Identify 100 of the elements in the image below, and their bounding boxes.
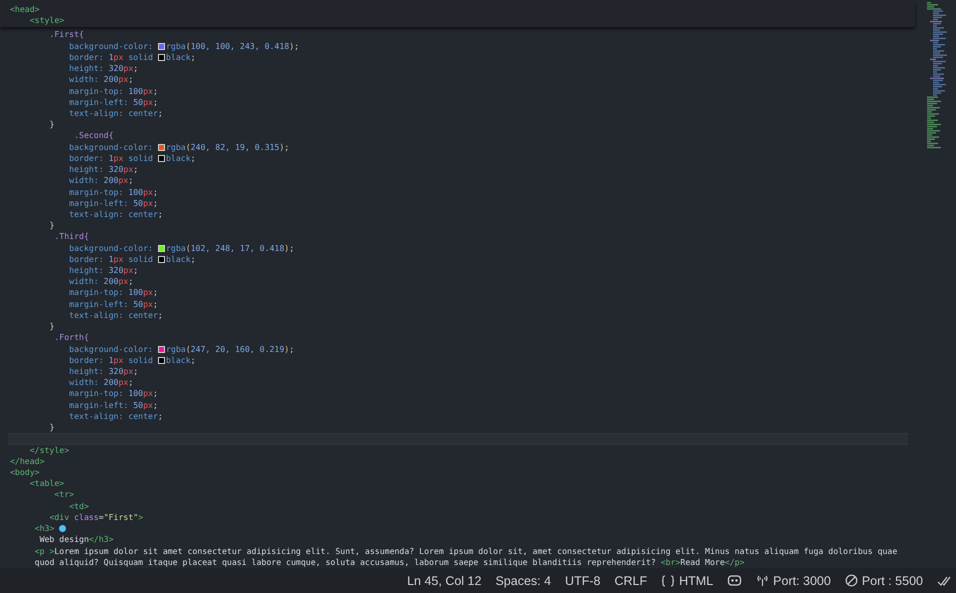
css-property: width:	[69, 175, 99, 186]
css-property: margin-top:	[69, 287, 124, 299]
css-value: rgba	[166, 344, 186, 355]
number: 200	[104, 276, 118, 288]
color-swatch[interactable]	[158, 346, 165, 353]
number: 200	[104, 175, 118, 186]
status-item[interactable]: Spaces: 4	[495, 574, 552, 588]
color-swatch[interactable]	[158, 144, 165, 151]
number: 100	[128, 287, 144, 299]
number: 1	[108, 254, 114, 266]
unit: px	[118, 377, 128, 388]
text-content: quod aliquid? Quisquam itaque placeat quasi labore cumque, soluta accusamus, laborum saepe similique blanditiis reprehenderit?	[34, 556, 657, 568]
css-value: black	[166, 354, 191, 366]
number: 240, 82, 19, 0.315	[190, 142, 280, 153]
css-property: text-align:	[69, 208, 124, 220]
punctuation: ;	[152, 287, 158, 299]
color-swatch[interactable]	[158, 42, 165, 50]
number: 100, 100, 243, 0.418	[190, 40, 290, 52]
status-item[interactable]: Ln 45, Col 12	[407, 574, 482, 588]
css-value: black	[166, 52, 191, 64]
punctuation: ;	[190, 152, 196, 164]
html-tag: <style>	[30, 15, 64, 26]
unit: px	[143, 400, 153, 411]
css-property: margin-left:	[69, 96, 128, 108]
number: 247, 20, 160, 0.219	[190, 344, 284, 355]
string-value: "First"	[104, 512, 138, 524]
port-status[interactable]: Port: 3000	[756, 574, 831, 588]
unit: px	[118, 74, 128, 86]
punctuation: ;	[152, 400, 158, 411]
css-property: background-color:	[69, 40, 153, 52]
html-tag: <p >	[34, 546, 54, 557]
unit: px	[123, 63, 134, 74]
punctuation: ;	[158, 410, 163, 422]
number: 1	[108, 152, 114, 164]
css-property: width:	[69, 276, 99, 288]
css-property: height:	[69, 164, 104, 176]
language-mode[interactable]: HTML	[661, 574, 714, 588]
css-property: border:	[69, 152, 104, 164]
unit: px	[123, 366, 134, 378]
css-value: solid	[128, 152, 153, 164]
punctuation: ;	[128, 175, 134, 186]
css-property: text-align:	[69, 310, 124, 322]
unit: px	[143, 287, 153, 299]
color-swatch[interactable]	[158, 54, 165, 61]
number: 50	[133, 198, 144, 209]
status-item[interactable]: CRLF	[614, 574, 648, 588]
punctuation: ;	[190, 254, 196, 266]
unit: px	[123, 164, 134, 176]
css-value: center	[128, 410, 158, 422]
css-value: black	[166, 254, 191, 266]
number: 102, 248, 17, 0.418	[190, 242, 284, 254]
css-value: rgba	[166, 242, 186, 254]
braces-icon	[661, 574, 676, 586]
dot-icon	[59, 525, 66, 532]
html-tag: </h3>	[88, 534, 114, 546]
prohibited-icon	[844, 574, 858, 587]
parenthesis: )	[279, 142, 284, 153]
css-property: text-align:	[69, 410, 124, 422]
parenthesis: )	[289, 40, 294, 52]
css-value: solid	[128, 354, 153, 366]
css-value: solid	[128, 52, 153, 64]
punctuation: ;	[152, 96, 158, 108]
css-property: border:	[69, 354, 104, 366]
color-swatch[interactable]	[158, 256, 165, 263]
copilot-button[interactable]	[727, 574, 742, 587]
punctuation: ;	[190, 354, 196, 366]
css-selector: .Third{	[54, 231, 89, 243]
css-property: text-align:	[69, 108, 124, 120]
parenthesis: )	[284, 242, 290, 254]
notifications-button[interactable]	[937, 574, 952, 586]
color-swatch[interactable]	[158, 356, 165, 364]
unit: px	[123, 265, 134, 276]
number: 50	[133, 400, 144, 411]
css-selector: .Forth{	[54, 332, 89, 344]
punctuation: ;	[158, 310, 163, 322]
color-swatch[interactable]	[158, 244, 165, 252]
css-property: height:	[69, 366, 104, 378]
punctuation: =	[98, 512, 104, 524]
color-swatch[interactable]	[158, 154, 165, 162]
css-value: center	[128, 310, 158, 322]
css-value: rgba	[166, 142, 186, 153]
status-item[interactable]: UTF-8	[565, 574, 600, 588]
parenthesis: (	[186, 344, 191, 355]
punctuation: ;	[289, 344, 294, 355]
css-value: rgba	[166, 40, 186, 52]
punctuation: ;	[152, 198, 158, 209]
punctuation: ;	[128, 74, 134, 86]
punctuation: }	[49, 422, 54, 434]
css-property: width:	[69, 74, 99, 86]
unit: px	[143, 96, 153, 108]
css-property: margin-left:	[69, 400, 128, 411]
punctuation: ;	[128, 377, 134, 388]
text-content: Read More	[680, 556, 725, 568]
punctuation: ;	[294, 40, 300, 52]
number: 320	[108, 366, 124, 378]
css-property: background-color:	[69, 242, 153, 254]
live-server-status[interactable]: Port : 5500	[844, 574, 923, 588]
number: 200	[104, 377, 118, 388]
number: 320	[108, 265, 124, 276]
html-tag: <tr>	[54, 489, 74, 501]
